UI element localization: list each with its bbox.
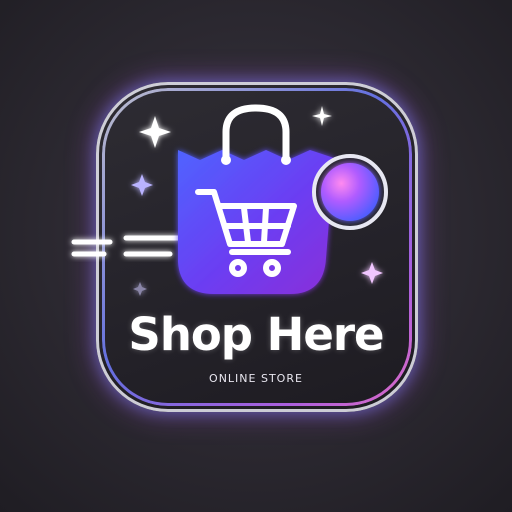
logo-artwork: [71, 104, 388, 296]
logo-stage: Shop Here ONLINE STORE: [0, 0, 512, 512]
motion-lines-icon: [71, 235, 181, 257]
gradient-orb-icon: [312, 154, 388, 230]
brand-subtitle: ONLINE STORE: [209, 372, 303, 385]
brand-title: Shop Here: [128, 308, 384, 361]
shopping-bag-icon: [178, 104, 334, 294]
